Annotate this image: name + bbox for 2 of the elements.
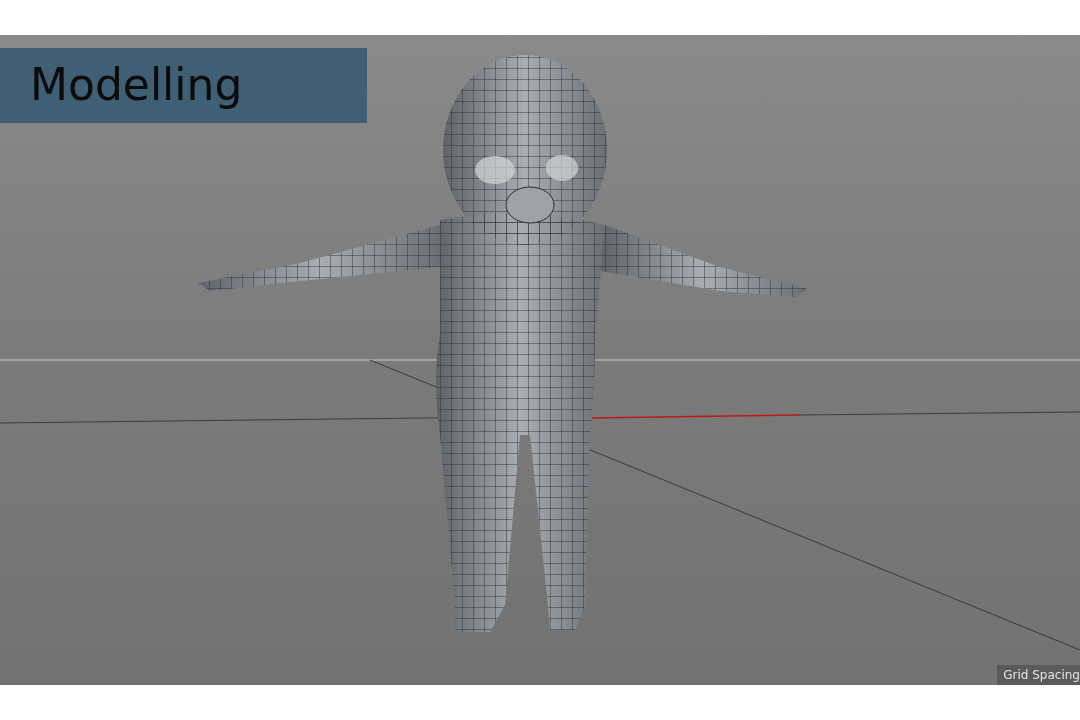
slide-title: Modelling	[0, 48, 367, 123]
grid-spacing-label: Grid Spacing	[997, 665, 1080, 685]
